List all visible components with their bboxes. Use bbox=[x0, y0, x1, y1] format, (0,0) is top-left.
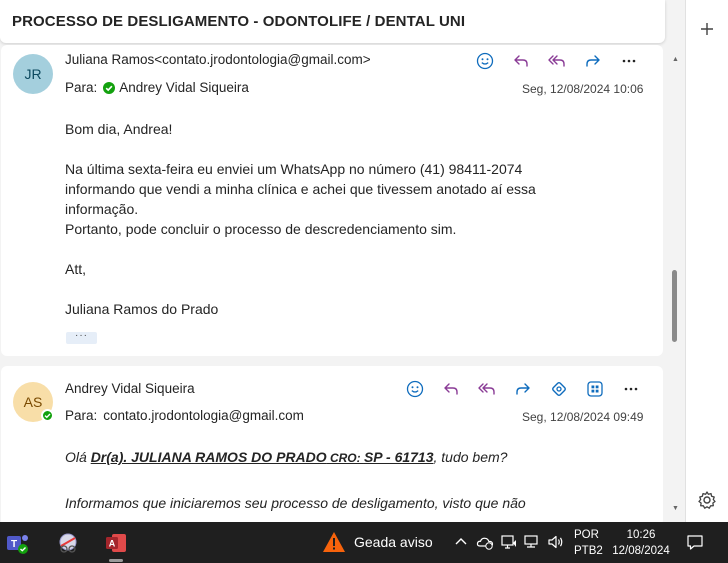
apps-grid-icon bbox=[587, 381, 603, 397]
to-label: Para: bbox=[65, 408, 98, 423]
message-date: Seg, 12/08/2024 09:49 bbox=[522, 410, 644, 424]
ethernet-network-icon[interactable] bbox=[523, 533, 541, 551]
body-recipient-name: Dr(a). JULIANA RAMOS DO PRADO bbox=[90, 449, 327, 465]
message-body: Bom dia, Andrea! Na última sexta-feira e… bbox=[65, 119, 585, 319]
loop-icon bbox=[552, 382, 566, 396]
forward-button[interactable] bbox=[575, 49, 611, 73]
presence-available-icon bbox=[41, 409, 54, 422]
clock-time: 10:26 bbox=[626, 529, 656, 541]
body-hello: Olá bbox=[65, 449, 91, 465]
message-actions bbox=[467, 49, 647, 73]
apps-button[interactable] bbox=[577, 377, 613, 401]
teams-icon[interactable]: T bbox=[6, 531, 30, 555]
forward-icon bbox=[586, 55, 600, 67]
body-line: Na última sexta-feira eu enviei um Whats… bbox=[65, 161, 523, 177]
body-greeting: Bom dia, Andrea! bbox=[65, 121, 173, 137]
reply-button[interactable] bbox=[503, 49, 539, 73]
system-clock[interactable]: 10:26 12/08/2024 bbox=[612, 527, 670, 559]
loop-component-button[interactable] bbox=[541, 377, 577, 401]
scrollbar-thumb[interactable] bbox=[672, 270, 677, 342]
to-label: Para: bbox=[65, 80, 98, 95]
ellipsis-icon bbox=[622, 59, 636, 63]
emoji-react-button[interactable] bbox=[467, 49, 503, 73]
body-line: Portanto, pode concluir o processo de de… bbox=[65, 221, 457, 237]
access-app-icon[interactable]: A bbox=[104, 531, 128, 555]
add-icon[interactable] bbox=[698, 20, 716, 38]
windows-taskbar: T A Geada aviso POR PTB2 10:26 12/08/202… bbox=[0, 522, 728, 563]
message-card[interactable]: AS Andrey Vidal Siqueira Para: contato.j… bbox=[1, 366, 663, 526]
body-line: informando que vendi a minha clínica e a… bbox=[65, 181, 536, 197]
reply-all-icon bbox=[548, 55, 565, 67]
body-line: Olá Dr(a). JULIANA RAMOS DO PRADO CRO: S… bbox=[65, 447, 625, 468]
input-language-indicator[interactable]: POR PTB2 bbox=[574, 527, 603, 559]
chevron-up-icon[interactable] bbox=[452, 533, 470, 551]
message-card[interactable]: JR Juliana Ramos<contato.jrodontologia@g… bbox=[1, 45, 663, 356]
snipping-tool-icon[interactable] bbox=[56, 531, 80, 555]
recipient-line: Para: contato.jrodontologia@gmail.com bbox=[65, 408, 304, 423]
smiley-icon bbox=[406, 380, 424, 398]
reply-all-button[interactable] bbox=[539, 49, 575, 73]
reply-icon bbox=[444, 383, 458, 395]
sender-name[interactable]: Juliana Ramos<contato.jrodontologia@gmai… bbox=[65, 52, 371, 67]
network-device-icon[interactable] bbox=[500, 533, 518, 551]
settings-gear-icon[interactable] bbox=[697, 490, 717, 510]
presence-available-icon bbox=[103, 81, 116, 94]
keyboard-layout: PTB2 bbox=[574, 545, 603, 557]
body-cro-label: CRO: bbox=[326, 451, 364, 465]
ellipsis-icon bbox=[624, 387, 638, 391]
more-actions-button[interactable] bbox=[611, 49, 647, 73]
weather-widget[interactable]: Geada aviso bbox=[322, 531, 433, 553]
email-subject: PROCESSO DE DESLIGAMENTO - ODONTOLIFE / … bbox=[12, 13, 466, 30]
active-app-indicator bbox=[109, 559, 123, 562]
recipient-name[interactable]: Andrey Vidal Siqueira bbox=[119, 80, 249, 95]
clock-date: 12/08/2024 bbox=[612, 545, 670, 557]
onedrive-cloud-icon[interactable] bbox=[476, 533, 494, 551]
reply-button[interactable] bbox=[433, 377, 469, 401]
reply-all-button[interactable] bbox=[469, 377, 505, 401]
body-signature: Juliana Ramos do Prado bbox=[65, 301, 219, 317]
weather-text: Geada aviso bbox=[354, 534, 433, 550]
recipient-email[interactable]: contato.jrodontologia@gmail.com bbox=[103, 408, 304, 423]
right-app-rail bbox=[685, 0, 728, 522]
subject-header: PROCESSO DE DESLIGAMENTO - ODONTOLIFE / … bbox=[0, 0, 665, 43]
warning-icon bbox=[323, 532, 345, 552]
forward-icon bbox=[516, 383, 530, 395]
scroll-up-arrow-icon[interactable]: ▲ bbox=[672, 56, 679, 63]
reply-icon bbox=[514, 55, 528, 67]
show-more-button[interactable]: ··· bbox=[66, 331, 97, 344]
sender-avatar[interactable]: JR bbox=[13, 54, 53, 94]
reading-pane-scrollbar[interactable]: ▲ ▼ bbox=[667, 50, 683, 520]
sender-name[interactable]: Andrey Vidal Siqueira bbox=[65, 381, 195, 396]
body-line: Informamos que iniciaremos seu processo … bbox=[65, 495, 526, 511]
volume-speaker-icon[interactable] bbox=[547, 533, 565, 551]
notification-center-icon[interactable] bbox=[686, 533, 704, 551]
body-closing: Att, bbox=[65, 261, 87, 277]
scroll-down-arrow-icon[interactable]: ▼ bbox=[672, 505, 679, 512]
message-body: Olá Dr(a). JULIANA RAMOS DO PRADO CRO: S… bbox=[65, 447, 625, 513]
reply-all-icon bbox=[478, 383, 495, 395]
body-cro-number: SP - 61713 bbox=[363, 449, 434, 465]
language-code: POR bbox=[574, 529, 599, 541]
svg-text:A: A bbox=[109, 539, 116, 549]
message-actions bbox=[397, 377, 649, 401]
smiley-icon bbox=[476, 52, 494, 70]
forward-button[interactable] bbox=[505, 377, 541, 401]
body-line: informação. bbox=[65, 201, 139, 217]
emoji-react-button[interactable] bbox=[397, 377, 433, 401]
more-actions-button[interactable] bbox=[613, 377, 649, 401]
body-tail: , tudo bem? bbox=[433, 449, 508, 465]
svg-text:T: T bbox=[11, 539, 17, 550]
message-date: Seg, 12/08/2024 10:06 bbox=[522, 82, 644, 96]
recipient-line: Para: Andrey Vidal Siqueira bbox=[65, 80, 249, 95]
